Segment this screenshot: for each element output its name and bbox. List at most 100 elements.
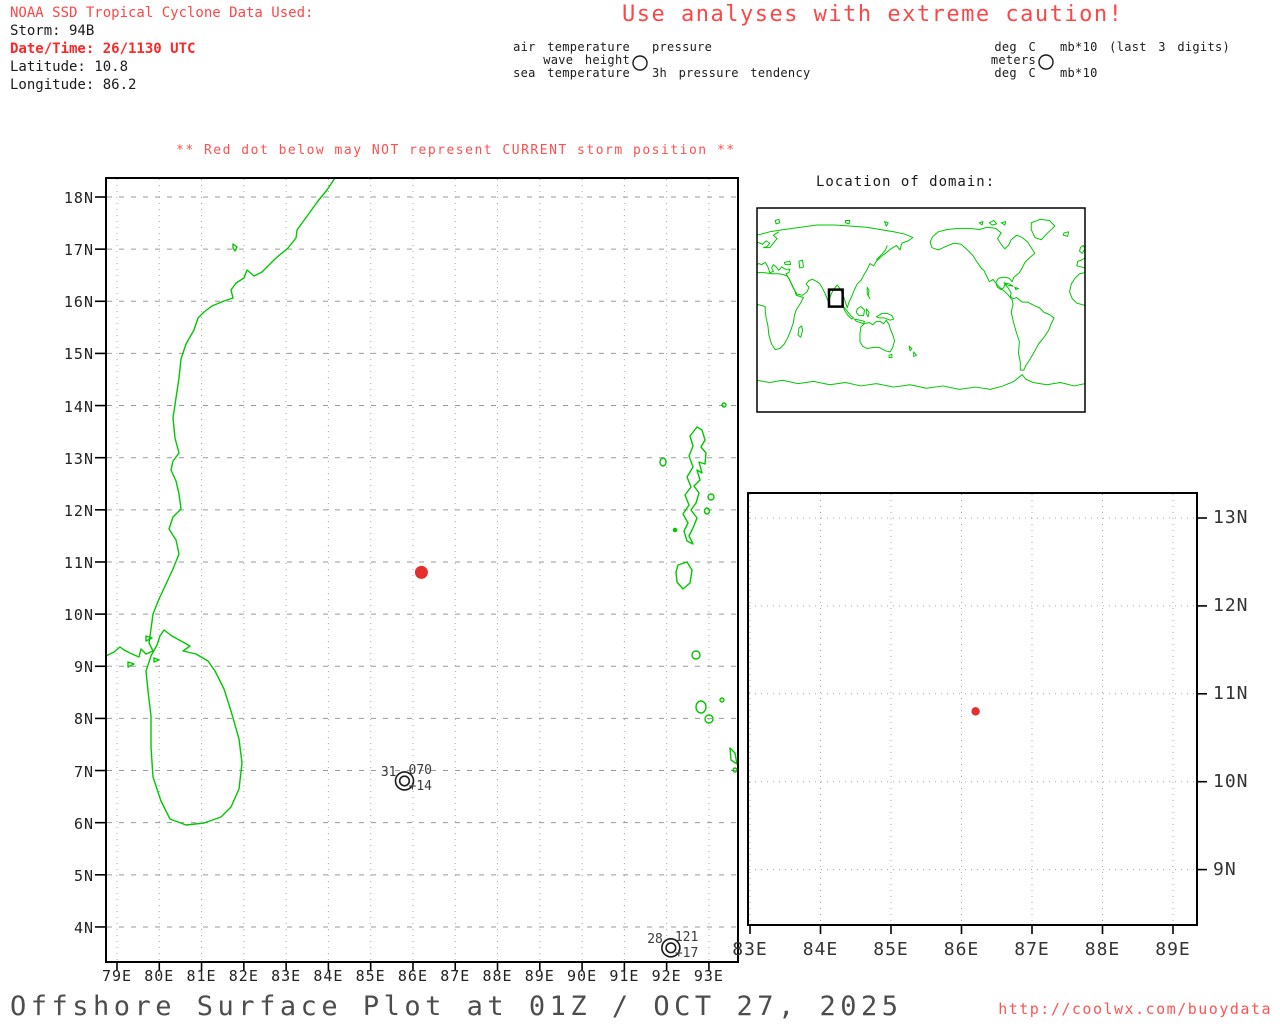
main-map-lat-label: 17N xyxy=(63,241,94,260)
main-map-lon-label: 87E xyxy=(440,967,471,985)
latitude-line: Latitude: 10.8 xyxy=(10,59,129,75)
india-coastline xyxy=(107,179,336,658)
station-circle-icon xyxy=(1038,54,1054,70)
africa-coastline xyxy=(757,273,803,350)
tasmania xyxy=(889,354,892,357)
station-air-temp: 31 xyxy=(380,764,397,780)
source-url: http://coolwx.com/buoydata xyxy=(998,1000,1272,1018)
storm-position-dots xyxy=(414,565,980,716)
datetime-line: Date/Time: 26/1130 UTC xyxy=(10,41,196,57)
world-inset-map xyxy=(757,219,1085,389)
andaman-islands xyxy=(682,426,707,545)
americas-coastline xyxy=(930,227,1054,370)
main-map-lon-label: 85E xyxy=(355,967,386,985)
main-map-lon-label: 81E xyxy=(186,967,217,985)
british-isles xyxy=(1080,245,1085,253)
main-map-lat-label: 13N xyxy=(63,449,94,468)
zoom-map-lat-label: 9N xyxy=(1213,858,1237,880)
zoom-map-lon-label: 87E xyxy=(1014,939,1050,960)
borneo xyxy=(856,307,864,316)
plot-title: Offshore Surface Plot at 01Z / OCT 27, 2… xyxy=(10,991,903,1022)
black-sea xyxy=(784,261,790,264)
sri-lanka-coastline xyxy=(145,629,243,826)
legend-pressure-tendency: 3h pressure tendency xyxy=(652,66,811,80)
zoom-map-lon-label: 88E xyxy=(1084,939,1121,960)
units-sea-temperature: deg C xyxy=(994,66,1036,80)
islet xyxy=(672,527,678,533)
station-pressure: 121 xyxy=(674,929,699,945)
station-plots xyxy=(394,771,681,958)
islet xyxy=(732,767,737,773)
axis-ticks xyxy=(95,196,1207,971)
station-pressure-tendency: +14 xyxy=(408,778,432,794)
main-map-lat-label: 5N xyxy=(73,866,94,885)
main-map-lon-label: 88E xyxy=(482,967,513,985)
station-pressure-tendency: +17 xyxy=(674,945,699,961)
domain-location-box xyxy=(827,288,844,308)
car-nicobar-island xyxy=(691,650,701,660)
main-map-lat-label: 9N xyxy=(73,658,94,677)
main-map-lat-label: 12N xyxy=(63,501,94,520)
sulawesi xyxy=(866,309,869,317)
data-source-line: NOAA SSD Tropical Cyclone Data Used: xyxy=(10,5,314,21)
islet xyxy=(719,697,725,703)
main-map-lon-label: 83E xyxy=(271,967,302,985)
main-map-lat-label: 14N xyxy=(63,397,94,416)
zoom-map-lat-label: 11N xyxy=(1213,682,1249,704)
offshore-surface-plot-page: NOAA SSD Tropical Cyclone Data Used: Sto… xyxy=(0,0,1280,1024)
main-map-lon-label: 93E xyxy=(693,967,724,985)
storm-dot-main xyxy=(414,565,428,579)
main-map-lat-label: 8N xyxy=(73,710,94,729)
madagascar xyxy=(798,326,803,337)
station-circle-icon xyxy=(632,55,648,71)
nicobar-island xyxy=(729,747,737,765)
main-map-lat-label: 15N xyxy=(63,345,94,364)
station-pressure: 070 xyxy=(408,762,432,778)
legend-pressure: pressure xyxy=(652,40,713,54)
main-map-lon-label: 92E xyxy=(651,967,682,985)
zoom-map-lat-label: 10N xyxy=(1213,770,1249,792)
main-map-lon-label: 79E xyxy=(101,967,133,985)
main-map-lon-label: 80E xyxy=(144,967,175,985)
greenland xyxy=(1031,219,1055,239)
west-africa xyxy=(1070,273,1085,306)
zoom-map-lat-label: 12N xyxy=(1213,594,1249,616)
sumatra xyxy=(844,307,854,319)
units-pressure-tendency: mb*10 xyxy=(1060,66,1098,80)
longitude-line: Longitude: 86.2 xyxy=(10,77,137,93)
zoom-map-lat-label: 13N xyxy=(1213,507,1249,528)
zoom-map-lon-label: 85E xyxy=(873,939,909,960)
iceland xyxy=(1063,232,1068,237)
caution-headline: Use analyses with extreme caution! xyxy=(622,2,1124,27)
main-map-lat-label: 16N xyxy=(63,293,94,312)
antarctica-coastline xyxy=(757,375,1085,390)
main-map-lat-label: 6N xyxy=(73,814,94,833)
zoom-map-lon-label: 89E xyxy=(1155,939,1191,960)
eurasia-coastline xyxy=(757,225,913,308)
storm-position-note: ** Red dot below may NOT represent CURRE… xyxy=(176,143,736,158)
islet xyxy=(703,507,711,515)
main-map-lat-label: 4N xyxy=(73,918,94,937)
java xyxy=(854,319,864,324)
hispaniola xyxy=(1015,287,1019,289)
nicobar-island xyxy=(695,700,707,714)
main-map-lon-label: 90E xyxy=(567,967,598,985)
legend-sea-temperature: sea temperature xyxy=(513,66,630,80)
zoom-map-lon-label: 83E xyxy=(732,939,768,960)
main-map-lat-label: 10N xyxy=(63,606,94,625)
iberia xyxy=(1077,258,1085,268)
islet xyxy=(659,457,667,467)
main-map-lat-label: 11N xyxy=(63,553,94,572)
world-coastlines xyxy=(757,219,1085,389)
coast-islet xyxy=(232,243,238,252)
new-zealand xyxy=(909,346,916,356)
australia-coastline xyxy=(860,320,895,352)
main-map-lat-label: 7N xyxy=(73,762,94,781)
arctic-islands xyxy=(775,219,1006,226)
philippines xyxy=(867,287,870,298)
inset-title: Location of domain: xyxy=(816,174,996,190)
main-map-lon-label: 82E xyxy=(228,967,259,985)
inset-map-border xyxy=(756,207,1086,413)
zoom-map-lon-label: 84E xyxy=(802,939,839,960)
storm-dot-zoom xyxy=(971,707,980,716)
